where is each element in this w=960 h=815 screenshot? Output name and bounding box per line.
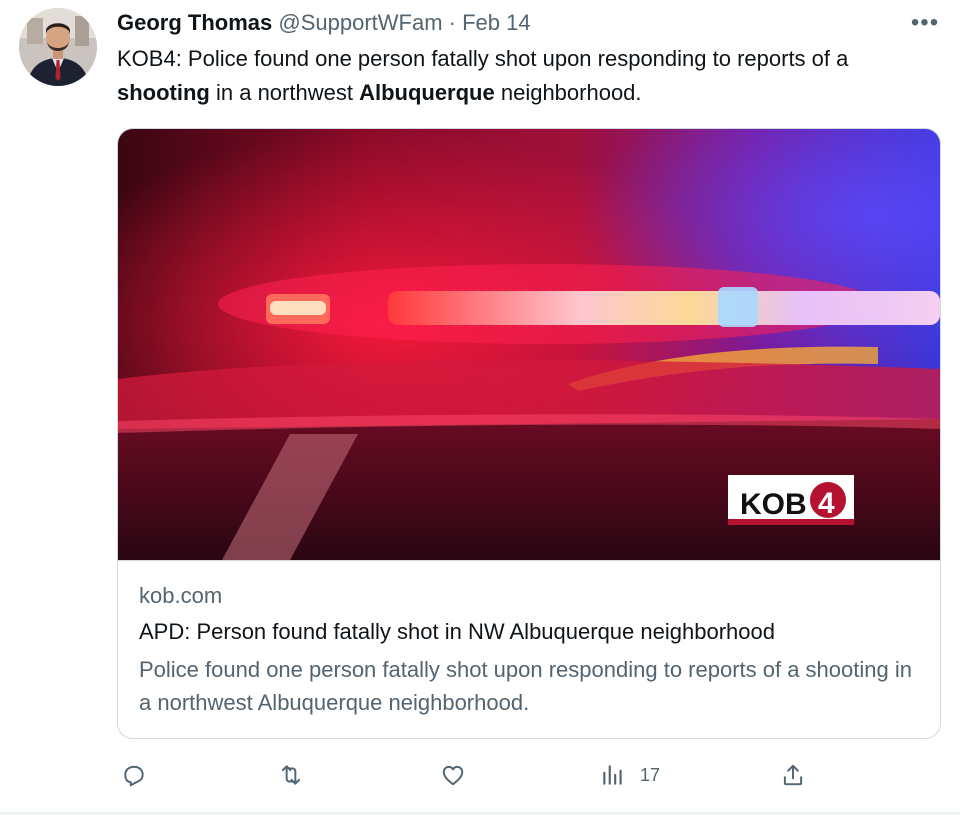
card-divider bbox=[118, 560, 940, 561]
avatar-image bbox=[19, 8, 97, 86]
tweet-header: Georg Thomas @SupportWFam · Feb 14 bbox=[117, 8, 531, 38]
kob4-logo-text: KOB bbox=[740, 488, 807, 521]
card-image: KOB 4 bbox=[118, 129, 940, 560]
more-options-button[interactable]: ••• bbox=[900, 8, 950, 38]
tweet-text: KOB4: Police found one person fatally sh… bbox=[117, 42, 947, 110]
card-domain[interactable]: kob.com bbox=[139, 581, 222, 611]
tweet-text-segment: neighborhood. bbox=[494, 80, 642, 105]
share-icon bbox=[783, 764, 803, 786]
action-bar: 17 bbox=[0, 752, 960, 798]
separator-dot: · bbox=[442, 10, 463, 35]
kob4-logo-digit: 4 bbox=[818, 487, 835, 520]
views-count: 17 bbox=[640, 764, 661, 785]
link-card[interactable]: KOB 4 kob.com APD: Person found fatally … bbox=[117, 128, 941, 739]
tweet-date[interactable]: Feb 14 bbox=[462, 10, 531, 35]
share-button[interactable] bbox=[780, 752, 806, 798]
card-title[interactable]: APD: Person found fatally shot in NW Alb… bbox=[139, 617, 775, 647]
handle-text: @SupportWFam bbox=[278, 10, 443, 35]
avatar[interactable] bbox=[19, 8, 97, 86]
like-button[interactable] bbox=[440, 752, 466, 798]
views-button[interactable]: 17 bbox=[600, 752, 660, 798]
card-description: Police found one person fatally shot upo… bbox=[139, 657, 912, 715]
tweet-text-segment: KOB4: Police found one person fatally sh… bbox=[117, 46, 849, 71]
tweet-text-bold-segment: Albuquerque bbox=[359, 80, 495, 105]
tweet-text-segment: in a northwest bbox=[209, 80, 360, 105]
more-icon: ••• bbox=[910, 9, 940, 36]
views-icon bbox=[603, 765, 622, 785]
reply-icon bbox=[124, 765, 144, 787]
retweet-icon bbox=[281, 765, 301, 785]
retweet-button[interactable] bbox=[278, 752, 304, 798]
author-name[interactable]: Georg Thomas bbox=[117, 10, 272, 35]
author-handle[interactable]: @SupportWFam bbox=[278, 10, 442, 35]
tweet-text-bold-segment: shooting bbox=[117, 80, 210, 105]
heart-icon bbox=[442, 765, 464, 786]
reply-button[interactable] bbox=[121, 752, 147, 798]
